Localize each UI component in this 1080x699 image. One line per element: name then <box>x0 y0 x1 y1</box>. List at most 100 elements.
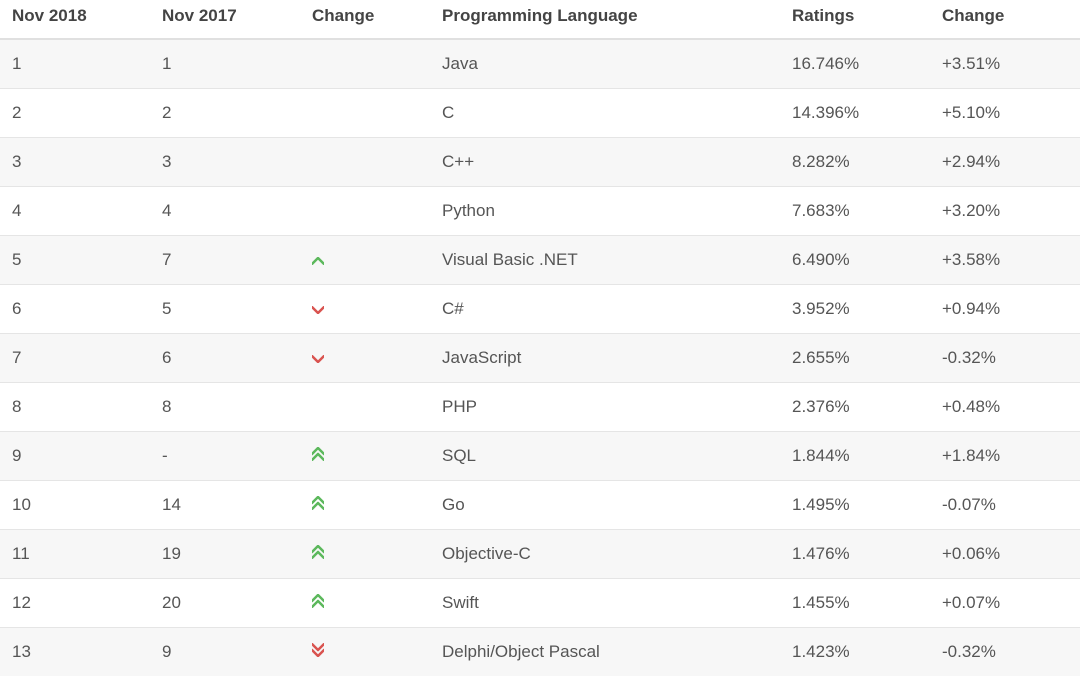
cell-ratings: 2.655% <box>780 334 930 383</box>
table-row: 76 JavaScript2.655%-0.32% <box>0 334 1080 383</box>
cell-nov2018: 13 <box>0 628 150 677</box>
cell-ratings: 1.455% <box>780 579 930 628</box>
cell-nov2017: - <box>150 432 300 481</box>
cell-nov2018: 4 <box>0 187 150 236</box>
cell-change: +0.48% <box>930 383 1080 432</box>
cell-nov2018: 2 <box>0 89 150 138</box>
cell-trend <box>300 138 430 187</box>
trend-double-up-icon <box>312 447 324 461</box>
header-row: Nov 2018 Nov 2017 Change Programming Lan… <box>0 0 1080 39</box>
cell-language: JavaScript <box>430 334 780 383</box>
cell-change: +0.07% <box>930 579 1080 628</box>
cell-nov2017: 14 <box>150 481 300 530</box>
rankings-table: Nov 2018 Nov 2017 Change Programming Lan… <box>0 0 1080 676</box>
cell-trend <box>300 187 430 236</box>
cell-ratings: 1.495% <box>780 481 930 530</box>
table-row: 139 Delphi/Object Pascal1.423%-0.32% <box>0 628 1080 677</box>
cell-change: +0.94% <box>930 285 1080 334</box>
cell-language: Objective-C <box>430 530 780 579</box>
cell-trend <box>300 628 430 677</box>
cell-language: Python <box>430 187 780 236</box>
cell-ratings: 8.282% <box>780 138 930 187</box>
header-nov2017: Nov 2017 <box>150 0 300 39</box>
table-row: 22 C14.396%+5.10% <box>0 89 1080 138</box>
cell-trend <box>300 383 430 432</box>
header-change2: Change <box>930 0 1080 39</box>
cell-language: SQL <box>430 432 780 481</box>
cell-nov2017: 4 <box>150 187 300 236</box>
cell-language: Visual Basic .NET <box>430 236 780 285</box>
cell-trend <box>300 236 430 285</box>
cell-ratings: 1.476% <box>780 530 930 579</box>
trend-double-up-icon <box>312 545 324 559</box>
header-language: Programming Language <box>430 0 780 39</box>
cell-change: -0.07% <box>930 481 1080 530</box>
cell-change: +3.58% <box>930 236 1080 285</box>
cell-nov2017: 3 <box>150 138 300 187</box>
cell-ratings: 14.396% <box>780 89 930 138</box>
cell-nov2017: 5 <box>150 285 300 334</box>
table-row: 11Java16.746%+3.51% <box>0 39 1080 89</box>
cell-change: +2.94% <box>930 138 1080 187</box>
cell-nov2017: 20 <box>150 579 300 628</box>
table-row: 1220 Swift1.455%+0.07% <box>0 579 1080 628</box>
cell-ratings: 7.683% <box>780 187 930 236</box>
table-row: 57 Visual Basic .NET6.490%+3.58% <box>0 236 1080 285</box>
table-row: 33 C++8.282%+2.94% <box>0 138 1080 187</box>
cell-nov2017: 9 <box>150 628 300 677</box>
cell-nov2018: 10 <box>0 481 150 530</box>
cell-nov2018: 12 <box>0 579 150 628</box>
cell-nov2017: 1 <box>150 39 300 89</box>
table-row: 44Python7.683%+3.20% <box>0 187 1080 236</box>
table-row: 1014Go1.495%-0.07% <box>0 481 1080 530</box>
cell-language: C# <box>430 285 780 334</box>
cell-change: +0.06% <box>930 530 1080 579</box>
header-nov2018: Nov 2018 <box>0 0 150 39</box>
cell-nov2017: 6 <box>150 334 300 383</box>
table-row: 65C#3.952%+0.94% <box>0 285 1080 334</box>
cell-nov2018: 7 <box>0 334 150 383</box>
table-row: 9-SQL1.844%+1.84% <box>0 432 1080 481</box>
cell-nov2018: 3 <box>0 138 150 187</box>
cell-change: -0.32% <box>930 628 1080 677</box>
table-row: 1119Objective-C1.476%+0.06% <box>0 530 1080 579</box>
cell-nov2017: 7 <box>150 236 300 285</box>
cell-ratings: 6.490% <box>780 236 930 285</box>
cell-nov2018: 9 <box>0 432 150 481</box>
trend-double-up-icon <box>312 496 324 510</box>
cell-ratings: 1.844% <box>780 432 930 481</box>
header-change1: Change <box>300 0 430 39</box>
cell-nov2017: 8 <box>150 383 300 432</box>
cell-nov2017: 19 <box>150 530 300 579</box>
cell-language: Java <box>430 39 780 89</box>
cell-language: Swift <box>430 579 780 628</box>
cell-trend <box>300 89 430 138</box>
cell-change: -0.32% <box>930 334 1080 383</box>
cell-nov2017: 2 <box>150 89 300 138</box>
cell-nov2018: 1 <box>0 39 150 89</box>
cell-nov2018: 8 <box>0 383 150 432</box>
cell-trend <box>300 39 430 89</box>
cell-trend <box>300 579 430 628</box>
cell-trend <box>300 432 430 481</box>
cell-ratings: 1.423% <box>780 628 930 677</box>
cell-change: +5.10% <box>930 89 1080 138</box>
header-ratings: Ratings <box>780 0 930 39</box>
cell-language: C++ <box>430 138 780 187</box>
trend-double-down-icon <box>312 643 324 657</box>
cell-language: PHP <box>430 383 780 432</box>
cell-trend <box>300 530 430 579</box>
trend-up-icon <box>312 257 324 265</box>
cell-ratings: 3.952% <box>780 285 930 334</box>
cell-nov2018: 5 <box>0 236 150 285</box>
cell-language: C <box>430 89 780 138</box>
cell-language: Delphi/Object Pascal <box>430 628 780 677</box>
cell-change: +3.51% <box>930 39 1080 89</box>
cell-trend <box>300 334 430 383</box>
cell-ratings: 2.376% <box>780 383 930 432</box>
table-row: 88 PHP2.376%+0.48% <box>0 383 1080 432</box>
cell-trend <box>300 285 430 334</box>
trend-double-up-icon <box>312 594 324 608</box>
trend-down-icon <box>312 306 324 314</box>
trend-down-icon <box>312 355 324 363</box>
